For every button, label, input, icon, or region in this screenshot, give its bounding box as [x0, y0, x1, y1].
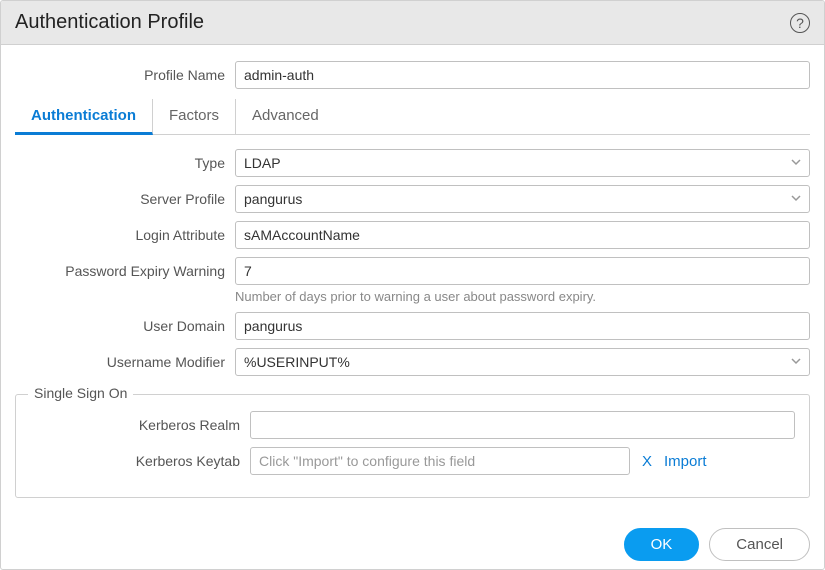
dialog-footer: OK Cancel: [1, 512, 824, 569]
username-modifier-select[interactable]: [235, 348, 810, 376]
user-domain-label: User Domain: [15, 312, 235, 334]
password-expiry-row: Password Expiry Warning Number of days p…: [15, 257, 810, 304]
type-select[interactable]: [235, 149, 810, 177]
dialog-title: Authentication Profile: [15, 11, 204, 34]
profile-name-label: Profile Name: [15, 61, 235, 83]
kerberos-keytab-row: Kerberos Keytab X Import: [30, 447, 795, 475]
keytab-clear-link[interactable]: X: [642, 453, 652, 470]
server-profile-row: Server Profile: [15, 185, 810, 213]
kerberos-realm-input[interactable]: [250, 411, 795, 439]
tabs: Authentication Factors Advanced: [15, 99, 810, 135]
dialog-header: Authentication Profile ?: [1, 1, 824, 45]
profile-name-row: Profile Name: [15, 61, 810, 89]
user-domain-input[interactable]: [235, 312, 810, 340]
sso-fieldset: Single Sign On Kerberos Realm Kerberos K…: [15, 394, 810, 498]
kerberos-realm-row: Kerberos Realm: [30, 411, 795, 439]
username-modifier-label: Username Modifier: [15, 348, 235, 370]
cancel-button[interactable]: Cancel: [709, 528, 810, 561]
profile-name-input[interactable]: [235, 61, 810, 89]
type-row: Type: [15, 149, 810, 177]
tab-factors[interactable]: Factors: [153, 99, 236, 135]
login-attribute-input[interactable]: [235, 221, 810, 249]
kerberos-keytab-label: Kerberos Keytab: [30, 447, 250, 469]
tab-authentication[interactable]: Authentication: [15, 99, 153, 135]
kerberos-realm-label: Kerberos Realm: [30, 411, 250, 433]
type-label: Type: [15, 149, 235, 171]
help-icon[interactable]: ?: [790, 13, 810, 33]
password-expiry-help: Number of days prior to warning a user a…: [235, 289, 810, 304]
password-expiry-label: Password Expiry Warning: [15, 257, 235, 279]
dialog-body: Profile Name Authentication Factors Adva…: [1, 45, 824, 512]
ok-button[interactable]: OK: [624, 528, 700, 561]
sso-legend: Single Sign On: [28, 385, 133, 401]
username-modifier-row: Username Modifier: [15, 348, 810, 376]
user-domain-row: User Domain: [15, 312, 810, 340]
tab-advanced[interactable]: Advanced: [236, 99, 335, 135]
server-profile-select[interactable]: [235, 185, 810, 213]
server-profile-label: Server Profile: [15, 185, 235, 207]
keytab-import-link[interactable]: Import: [664, 453, 707, 470]
login-attribute-label: Login Attribute: [15, 221, 235, 243]
auth-profile-dialog: Authentication Profile ? Profile Name Au…: [0, 0, 825, 570]
login-attribute-row: Login Attribute: [15, 221, 810, 249]
kerberos-keytab-input[interactable]: [250, 447, 630, 475]
password-expiry-input[interactable]: [235, 257, 810, 285]
